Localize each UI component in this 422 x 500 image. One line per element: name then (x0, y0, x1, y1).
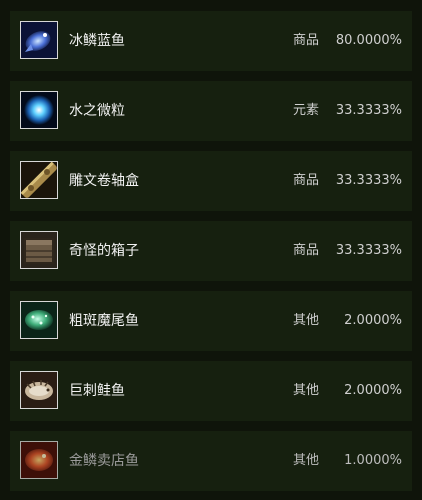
item-type: 商品 (293, 33, 320, 48)
loot-row[interactable]: 巨刺鲑鱼 其他 2.0000% (10, 361, 412, 421)
drop-rate: 33.3333% (335, 173, 402, 188)
scroll-case-icon (20, 161, 58, 199)
golden-fish-icon (20, 441, 58, 479)
item-type: 其他 (293, 313, 320, 328)
loot-row[interactable]: 水之微粒 元素 33.3333% (10, 81, 412, 141)
item-type: 商品 (293, 243, 320, 258)
item-name: 奇怪的箱子 (69, 243, 139, 259)
item-type: 其他 (293, 453, 320, 468)
loot-row[interactable]: 金鳞卖店鱼 其他 1.0000% (10, 431, 412, 491)
water-particle-icon (20, 91, 58, 129)
loot-row[interactable]: 粗斑魔尾鱼 其他 2.0000% (10, 291, 412, 351)
drop-rate: 2.0000% (344, 313, 402, 328)
loot-row[interactable]: 冰鳞蓝鱼 商品 80.0000% (10, 11, 412, 71)
item-name: 粗斑魔尾鱼 (69, 313, 139, 329)
drop-rate: 33.3333% (335, 103, 402, 118)
loot-list: 冰鳞蓝鱼 商品 80.0000% 水之微粒 元素 33.3333% 雕文卷轴盒 … (0, 0, 422, 500)
item-name: 巨刺鲑鱼 (69, 383, 125, 399)
spiny-salmon-icon (20, 371, 58, 409)
loot-row[interactable]: 雕文卷轴盒 商品 33.3333% (10, 151, 412, 211)
item-name: 水之微粒 (69, 103, 125, 119)
drop-rate: 80.0000% (335, 33, 402, 48)
item-name: 雕文卷轴盒 (69, 173, 139, 189)
drop-rate: 2.0000% (344, 383, 402, 398)
blue-fish-icon (20, 21, 58, 59)
spotted-fish-icon (20, 301, 58, 339)
item-name: 冰鳞蓝鱼 (69, 33, 125, 49)
item-type: 其他 (293, 383, 320, 398)
loot-row[interactable]: 奇怪的箱子 商品 33.3333% (10, 221, 412, 281)
item-name: 金鳞卖店鱼 (69, 453, 139, 469)
item-type: 商品 (293, 173, 320, 188)
drop-rate: 33.3333% (335, 243, 402, 258)
item-type: 元素 (293, 103, 320, 118)
crate-icon (20, 231, 58, 269)
drop-rate: 1.0000% (344, 453, 402, 468)
